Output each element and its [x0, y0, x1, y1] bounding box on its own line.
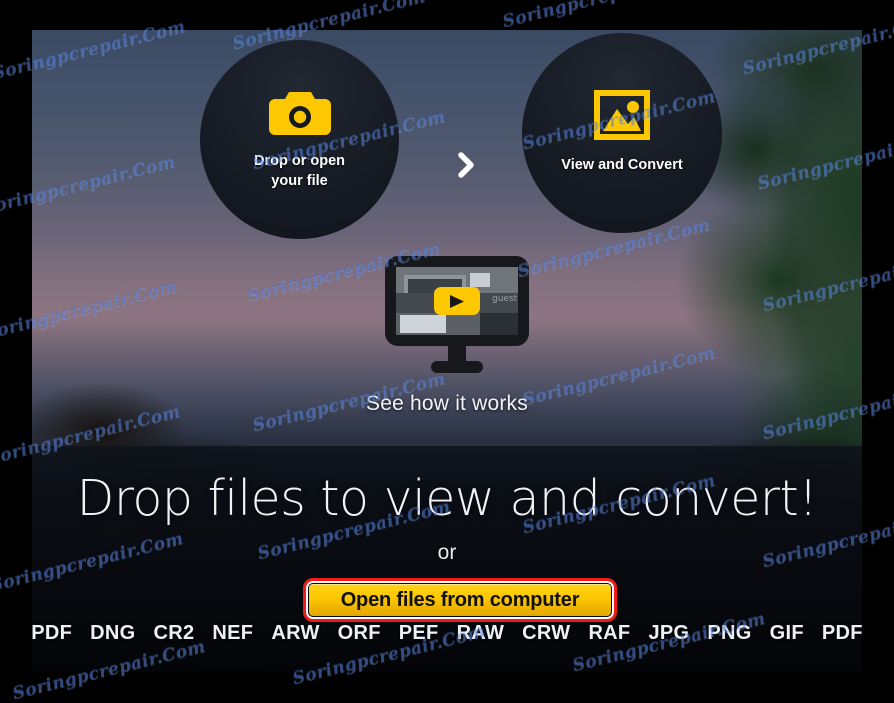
- format-item[interactable]: GIF: [770, 622, 804, 645]
- step-view-and-convert[interactable]: View and Convert: [522, 33, 722, 233]
- format-item[interactable]: RAW: [457, 622, 505, 645]
- annotation-inner-border: [306, 581, 614, 619]
- or-separator-label: or: [437, 541, 457, 564]
- format-item[interactable]: PNG: [707, 622, 751, 645]
- screenshot-root: Drop or open your file View and Convert …: [0, 0, 894, 703]
- format-item[interactable]: JPG: [648, 622, 689, 645]
- hero-section: Drop or open your file View and Convert …: [32, 30, 862, 446]
- step-drop-or-open[interactable]: Drop or open your file: [200, 40, 399, 239]
- converter-page: Drop or open your file View and Convert …: [32, 30, 862, 672]
- format-item[interactable]: CR2: [154, 622, 195, 645]
- format-item[interactable]: PDF: [32, 622, 72, 645]
- supported-formats-list: PDF DNG CR2 NEF ARW ORF PEF RAW CRW RAF …: [32, 622, 862, 645]
- format-item[interactable]: NEF: [212, 622, 253, 645]
- svg-text:guest: guest: [492, 294, 518, 304]
- step-label-line2: your file: [271, 172, 328, 189]
- monitor-play-icon[interactable]: guest: [384, 255, 530, 377]
- step-label: Drop or open your file: [254, 152, 345, 190]
- page-title: Drop files to view and convert!: [76, 470, 818, 527]
- chevron-right-icon: [449, 148, 483, 182]
- format-item[interactable]: DNG: [90, 622, 135, 645]
- camera-icon: [268, 88, 331, 136]
- watermark: Soringpcrepair.Com: [501, 0, 698, 32]
- image-icon: [594, 90, 650, 141]
- format-item[interactable]: CRW: [522, 622, 570, 645]
- format-item[interactable]: PDF: [822, 622, 862, 645]
- see-how-it-works-label[interactable]: See how it works: [32, 392, 862, 416]
- format-item[interactable]: RAF: [588, 622, 630, 645]
- format-item[interactable]: ARW: [271, 622, 319, 645]
- format-item[interactable]: ORF: [338, 622, 381, 645]
- step-label: View and Convert: [561, 157, 683, 174]
- format-item[interactable]: PEF: [399, 622, 439, 645]
- step-label-line1: Drop or open: [253, 153, 346, 170]
- annotation-highlight-box: [303, 578, 617, 622]
